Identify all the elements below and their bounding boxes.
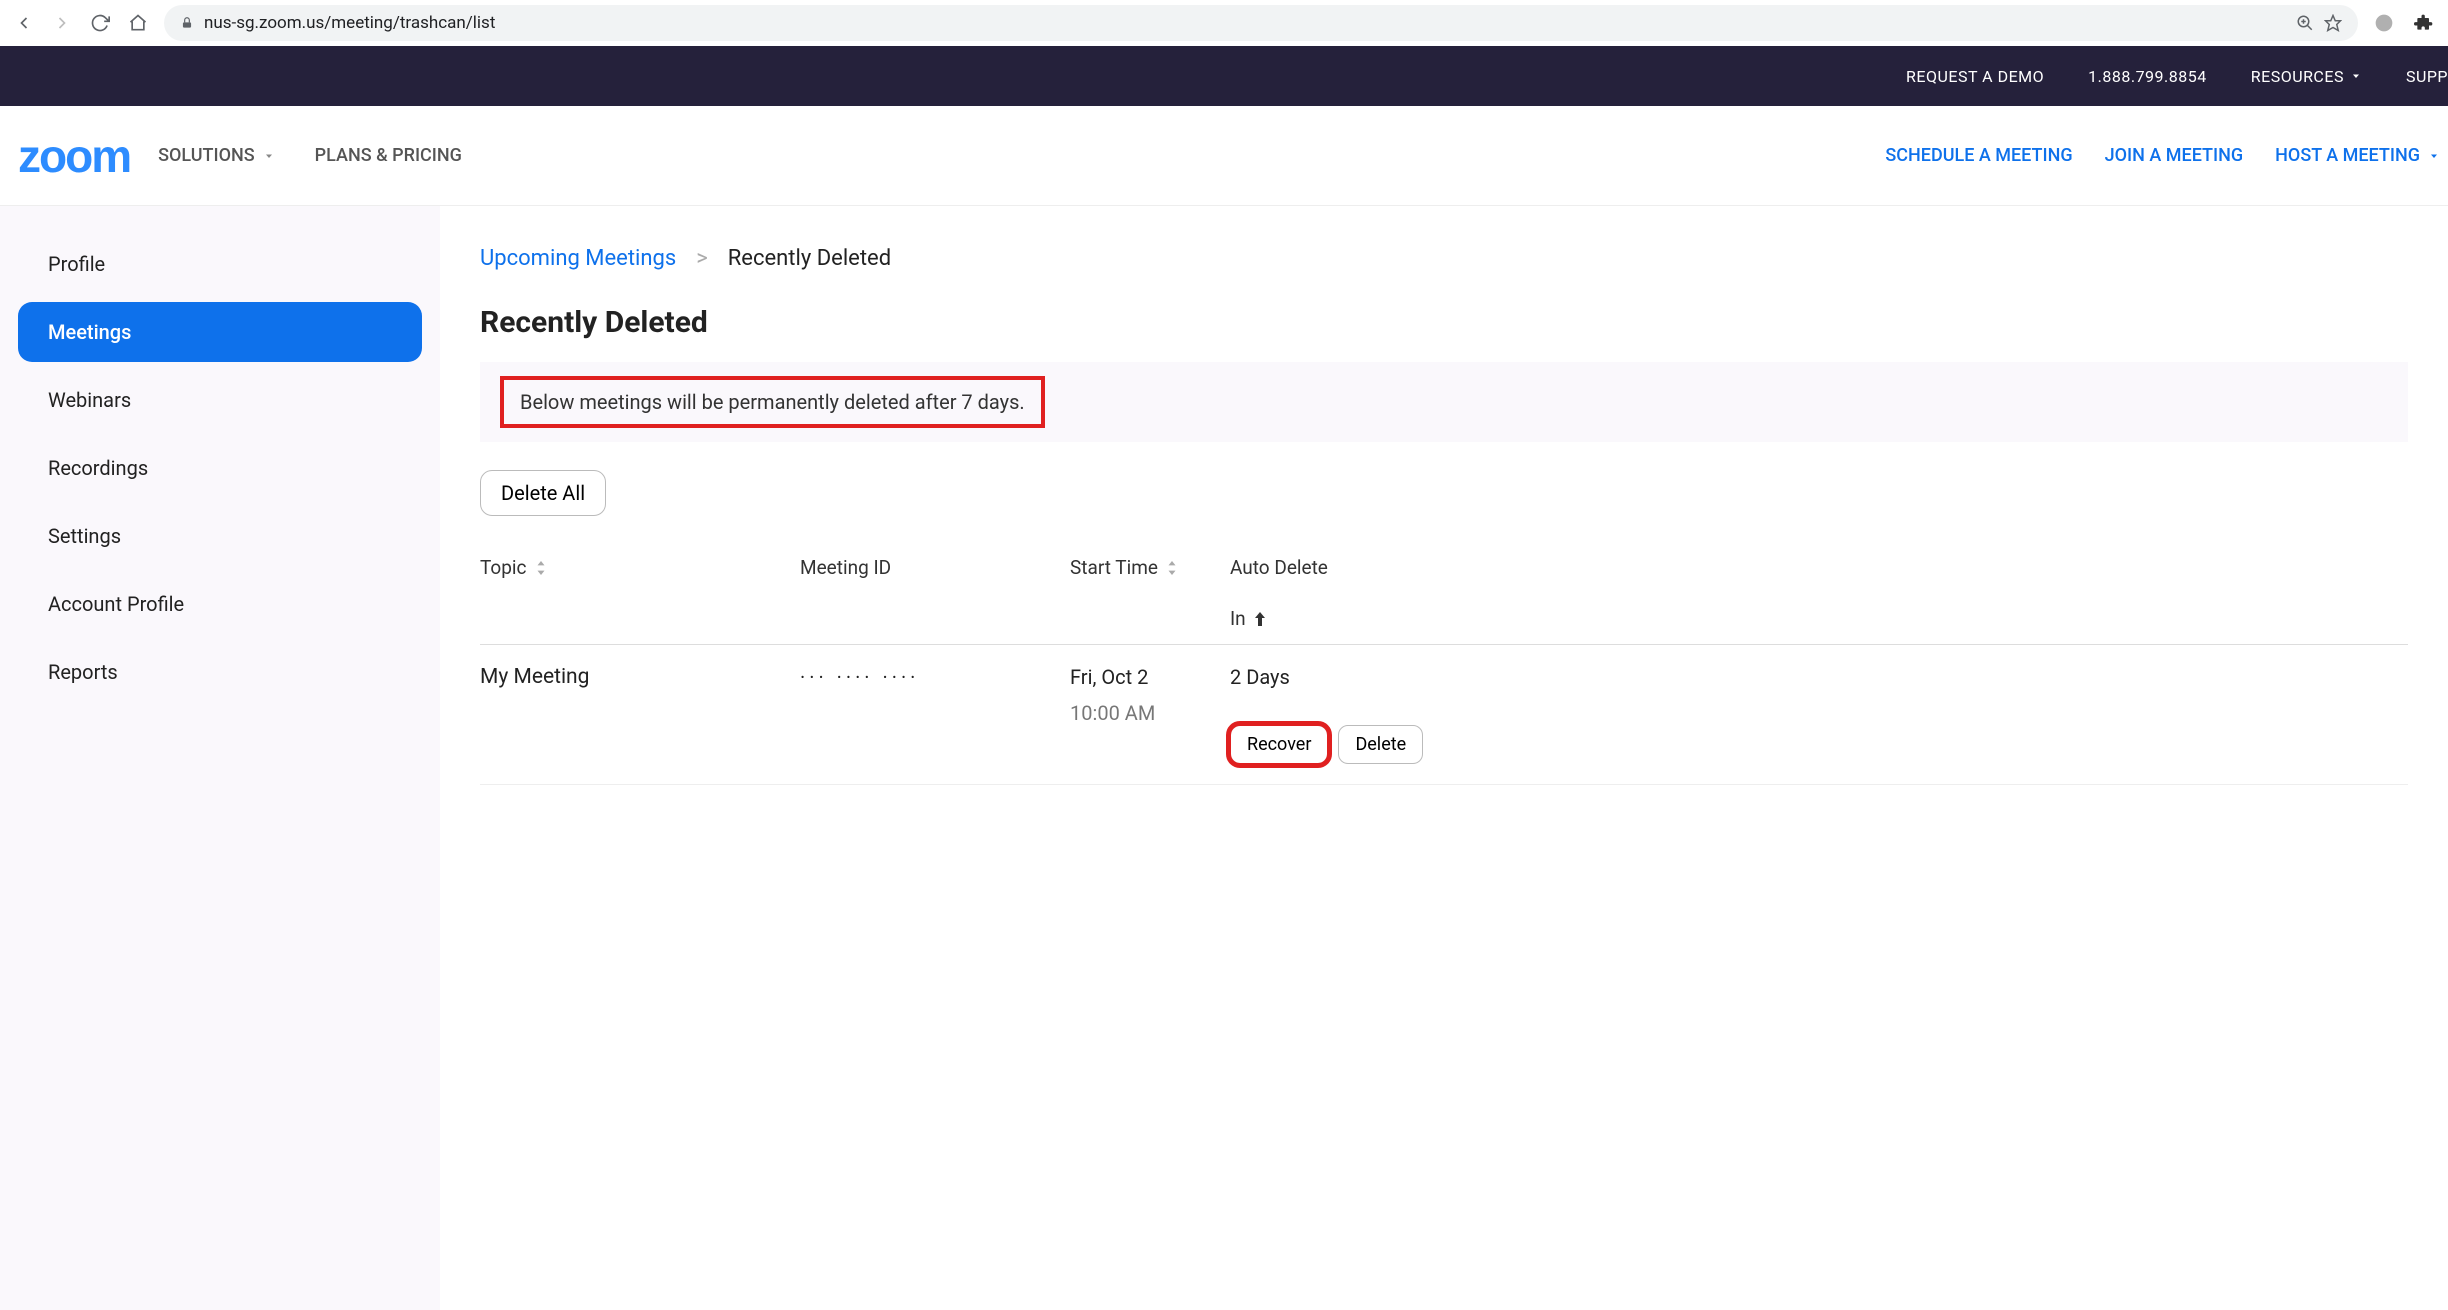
col-meeting-id: Meeting ID xyxy=(800,556,1070,579)
profile-icon[interactable] xyxy=(2372,11,2396,35)
sidebar-item-recordings[interactable]: Recordings xyxy=(18,438,422,498)
row-start-time: Fri, Oct 2 10:00 AM xyxy=(1070,665,1230,725)
support-link[interactable]: SUPP xyxy=(2384,67,2448,86)
row-auto-delete: 2 Days Recover Delete xyxy=(1230,665,2408,764)
extensions-icon[interactable] xyxy=(2412,11,2436,35)
sort-icon xyxy=(1166,561,1178,575)
sidebar-item-meetings[interactable]: Meetings xyxy=(18,302,422,362)
address-bar[interactable]: nus-sg.zoom.us/meeting/trashcan/list xyxy=(164,5,2358,41)
resources-menu[interactable]: RESOURCES xyxy=(2229,67,2384,86)
reload-icon[interactable] xyxy=(88,11,112,35)
table-header: Topic Meeting ID Start Time Auto Delete … xyxy=(480,556,2408,645)
request-demo-link[interactable]: REQUEST A DEMO xyxy=(1884,67,2066,86)
chevron-down-icon xyxy=(2428,150,2440,162)
breadcrumb-current: Recently Deleted xyxy=(728,246,891,271)
col-auto-delete: Auto Delete In xyxy=(1230,556,2408,630)
sidebar-item-webinars[interactable]: Webinars xyxy=(18,370,422,430)
breadcrumb: Upcoming Meetings > Recently Deleted xyxy=(480,246,2408,271)
utility-nav: REQUEST A DEMO 1.888.799.8854 RESOURCES … xyxy=(0,46,2448,106)
row-topic: My Meeting xyxy=(480,665,800,689)
delete-button[interactable]: Delete xyxy=(1338,725,1423,764)
forward-icon[interactable] xyxy=(50,11,74,35)
sidebar-item-account-profile[interactable]: Account Profile xyxy=(18,574,422,634)
zoom-icon[interactable] xyxy=(2296,14,2314,32)
recover-button[interactable]: Recover xyxy=(1230,725,1328,764)
notice-banner: Below meetings will be permanently delet… xyxy=(480,362,2408,442)
notice-text: Below meetings will be permanently delet… xyxy=(500,376,1045,428)
sidebar: Profile Meetings Webinars Recordings Set… xyxy=(0,206,440,1310)
chevron-down-icon xyxy=(2350,70,2362,82)
sidebar-item-profile[interactable]: Profile xyxy=(18,234,422,294)
lock-icon xyxy=(180,16,194,30)
main-panel: Upcoming Meetings > Recently Deleted Rec… xyxy=(440,206,2448,1310)
col-topic[interactable]: Topic xyxy=(480,556,800,579)
sidebar-item-reports[interactable]: Reports xyxy=(18,642,422,702)
main-nav: zoom SOLUTIONS PLANS & PRICING SCHEDULE … xyxy=(0,106,2448,206)
delete-all-button[interactable]: Delete All xyxy=(480,470,606,516)
arrow-up-icon xyxy=(1254,612,1266,626)
browser-toolbar: nus-sg.zoom.us/meeting/trashcan/list xyxy=(0,0,2448,46)
chevron-down-icon xyxy=(263,150,275,162)
table-row: My Meeting ··· ···· ···· Fri, Oct 2 10:0… xyxy=(480,645,2408,785)
star-icon[interactable] xyxy=(2324,14,2342,32)
host-meeting-menu[interactable]: HOST A MEETING xyxy=(2275,145,2440,166)
phone-number[interactable]: 1.888.799.8854 xyxy=(2066,67,2229,86)
back-icon[interactable] xyxy=(12,11,36,35)
sort-icon xyxy=(535,561,547,575)
join-meeting-link[interactable]: JOIN A MEETING xyxy=(2105,145,2244,166)
col-auto-delete-in[interactable]: In xyxy=(1230,607,2408,630)
schedule-meeting-link[interactable]: SCHEDULE A MEETING xyxy=(1885,145,2072,166)
page-title: Recently Deleted xyxy=(480,305,2408,340)
solutions-menu[interactable]: SOLUTIONS xyxy=(158,145,275,166)
zoom-logo[interactable]: zoom xyxy=(14,129,158,183)
row-meeting-id: ··· ···· ···· xyxy=(800,665,1070,689)
breadcrumb-upcoming[interactable]: Upcoming Meetings xyxy=(480,246,676,271)
chevron-right-icon: > xyxy=(696,246,708,271)
col-start-time[interactable]: Start Time xyxy=(1070,556,1230,579)
sidebar-item-settings[interactable]: Settings xyxy=(18,506,422,566)
plans-pricing-link[interactable]: PLANS & PRICING xyxy=(315,145,462,166)
home-icon[interactable] xyxy=(126,11,150,35)
url-text: nus-sg.zoom.us/meeting/trashcan/list xyxy=(204,13,495,33)
